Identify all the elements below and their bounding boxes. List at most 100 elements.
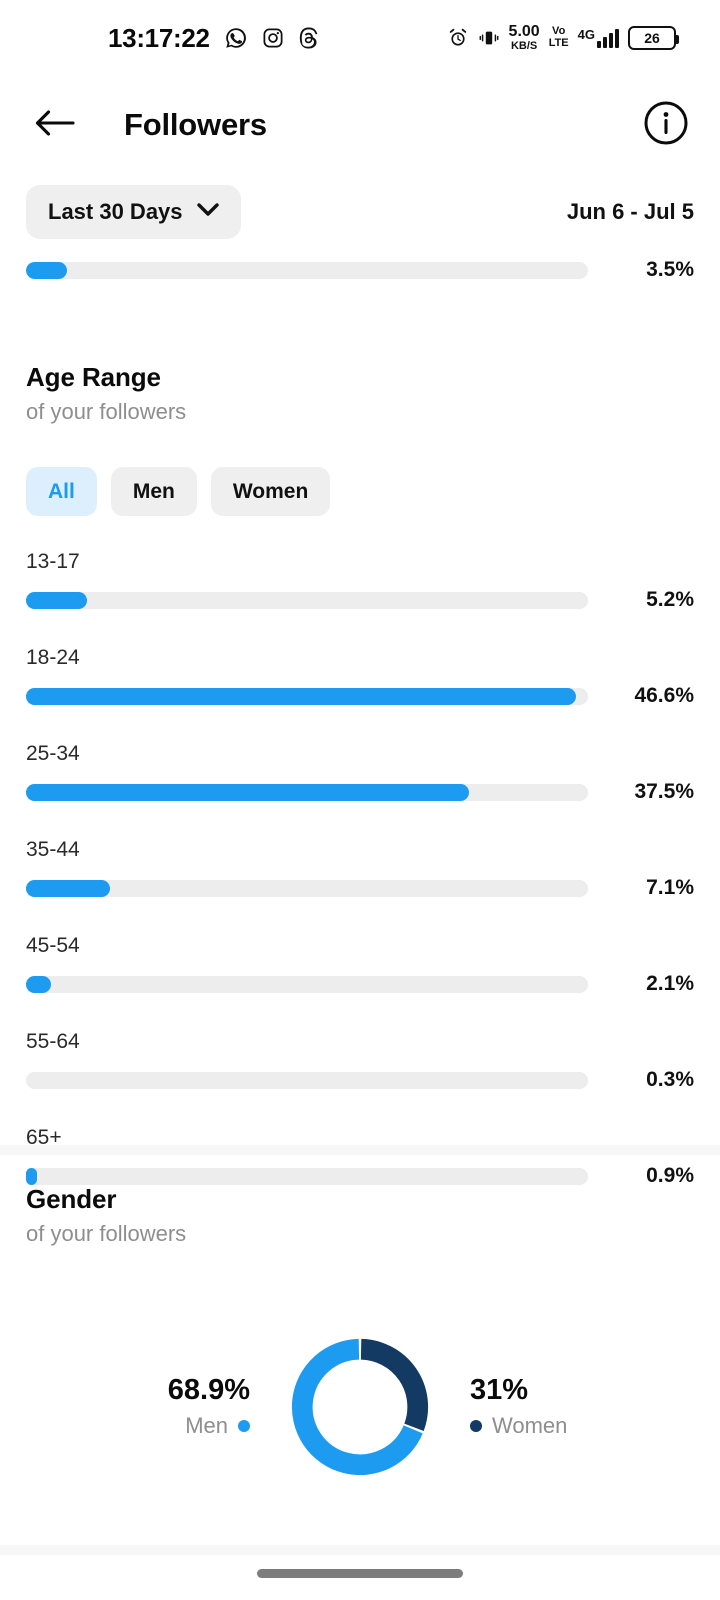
network-speed-unit: KB/S bbox=[510, 40, 538, 52]
age-bar-track bbox=[26, 879, 588, 897]
status-bar-right: 5.00 KB/S Vo LTE 4G 26 bbox=[447, 23, 679, 52]
info-button[interactable] bbox=[638, 97, 694, 153]
date-range-selector-label: Last 30 Days bbox=[48, 199, 183, 224]
date-range-text: Jun 6 - Jul 5 bbox=[566, 199, 694, 224]
age-bar-value: 7.1% bbox=[646, 876, 694, 899]
age-bar-line: 5.2% bbox=[26, 588, 694, 612]
age-range-section: Age Range of your followers All Men Women … bbox=[0, 362, 720, 1188]
age-bar-label: 55-64 bbox=[26, 1030, 80, 1053]
vibrate-icon bbox=[478, 27, 500, 49]
age-bar-value: 37.5% bbox=[634, 780, 694, 803]
age-bar-row: 25-34 37.5% bbox=[26, 742, 694, 804]
gender-section: Gender of your followers 68.9% Men 31% W… bbox=[0, 1184, 720, 1497]
age-bar-fill bbox=[26, 1167, 37, 1185]
age-range-subtitle: of your followers bbox=[26, 399, 187, 424]
gender-donut-chart: 68.9% Men 31% Women bbox=[26, 1317, 694, 1497]
age-bar-fill bbox=[26, 783, 469, 801]
clipped-bar-value: 3.5% bbox=[646, 258, 694, 281]
age-bar-track bbox=[26, 975, 588, 993]
age-bar-label: 18-24 bbox=[26, 646, 80, 669]
network-type-label: 4G bbox=[577, 27, 595, 42]
age-bar-track bbox=[26, 1071, 588, 1089]
legend-dot-women-icon bbox=[470, 1419, 482, 1432]
volte-icon: Vo LTE bbox=[549, 26, 569, 49]
age-bar-label: 35-44 bbox=[26, 838, 80, 861]
battery-level-label: 26 bbox=[644, 30, 660, 46]
age-bar-label: 45-54 bbox=[26, 934, 80, 957]
clipped-bar-track bbox=[26, 261, 588, 279]
age-tab-label: Women bbox=[232, 480, 309, 503]
age-bar-row: 45-54 2.1% bbox=[26, 934, 694, 996]
age-bar-track bbox=[26, 687, 588, 705]
age-bar-row: 65+ 0.9% bbox=[26, 1126, 694, 1188]
legend-dot-men-icon bbox=[238, 1419, 250, 1432]
status-bar: 13:17:22 5.00 KB/S Vo LTE 4G 26 bbox=[0, 0, 720, 76]
app-header: Followers bbox=[0, 82, 720, 168]
page-title: Followers bbox=[124, 107, 267, 142]
age-range-bar-list: 13-17 5.2% 18-24 46.6% 25-34 37.5% 35-44 7.1% 45… bbox=[26, 550, 694, 1188]
age-tab-women[interactable]: Women bbox=[210, 467, 331, 516]
age-bar-fill bbox=[26, 687, 576, 705]
age-bar-value: 46.6% bbox=[634, 684, 694, 707]
age-bar-row: 13-17 5.2% bbox=[26, 550, 694, 612]
instagram-icon bbox=[262, 27, 284, 49]
age-bar-value: 0.3% bbox=[646, 1068, 694, 1091]
chevron-down-icon bbox=[196, 202, 219, 222]
threads-icon bbox=[298, 27, 320, 49]
back-arrow-icon bbox=[33, 108, 75, 143]
network-speed-value: 5.00 bbox=[508, 23, 540, 40]
age-bar-fill bbox=[26, 975, 51, 993]
age-tab-label: All bbox=[48, 480, 75, 503]
gender-men-label-row: Men bbox=[185, 1413, 250, 1439]
donut-segment-women bbox=[360, 1338, 429, 1431]
section-divider-bottom bbox=[0, 1545, 720, 1555]
age-bar-row: 55-64 0.3% bbox=[26, 1030, 694, 1092]
gender-legend-women: 31% Women bbox=[434, 1374, 634, 1439]
age-bar-line: 46.6% bbox=[26, 684, 694, 708]
info-icon bbox=[643, 100, 689, 151]
age-bar-line: 0.3% bbox=[26, 1068, 694, 1092]
section-divider bbox=[0, 1145, 720, 1155]
gender-women-value: 31% bbox=[470, 1374, 529, 1407]
gender-men-label: Men bbox=[185, 1412, 228, 1438]
age-bar-label: 13-17 bbox=[26, 550, 80, 573]
battery-icon: 26 bbox=[628, 26, 679, 50]
signal-bars bbox=[597, 28, 619, 48]
gender-women-label-row: Women bbox=[470, 1413, 567, 1439]
age-bar-line: 37.5% bbox=[26, 780, 694, 804]
age-bar-label: 25-34 bbox=[26, 742, 80, 765]
age-range-gender-tabs: All Men Women bbox=[26, 467, 694, 516]
signal-strength-icon: 4G bbox=[578, 28, 619, 48]
donut-svg bbox=[291, 1338, 429, 1476]
clipped-bar-row: 3.5% bbox=[0, 252, 720, 288]
age-tab-men[interactable]: Men bbox=[110, 467, 197, 516]
age-bar-value: 5.2% bbox=[646, 588, 694, 611]
age-tab-all[interactable]: All bbox=[26, 467, 97, 516]
gender-women-label: Women bbox=[492, 1412, 568, 1438]
clipped-bar-fill bbox=[26, 261, 68, 279]
gender-legend-men: 68.9% Men bbox=[86, 1374, 286, 1439]
status-bar-clock: 13:17:22 bbox=[108, 22, 210, 53]
gender-men-value: 68.9% bbox=[167, 1374, 250, 1407]
age-bar-row: 18-24 46.6% bbox=[26, 646, 694, 708]
age-bar-row: 35-44 7.1% bbox=[26, 838, 694, 900]
status-bar-left: 13:17:22 bbox=[108, 23, 320, 54]
age-bar-line: 7.1% bbox=[26, 876, 694, 900]
alarm-icon bbox=[447, 27, 469, 49]
date-range-selector[interactable]: Last 30 Days bbox=[26, 185, 241, 239]
age-bar-track bbox=[26, 591, 588, 609]
age-bar-value: 2.1% bbox=[646, 972, 694, 995]
whatsapp-icon bbox=[224, 26, 248, 50]
age-bar-fill bbox=[26, 879, 110, 897]
age-bar-fill bbox=[26, 591, 88, 609]
age-bar-track bbox=[26, 1167, 588, 1185]
gender-subtitle: of your followers bbox=[26, 1221, 187, 1246]
back-button[interactable] bbox=[26, 97, 82, 153]
filter-row: Last 30 Days Jun 6 - Jul 5 bbox=[0, 182, 720, 242]
age-bar-line: 2.1% bbox=[26, 972, 694, 996]
gender-title: Gender bbox=[26, 1184, 117, 1214]
gesture-bar[interactable] bbox=[257, 1569, 463, 1578]
phone-screen: 13:17:22 5.00 KB/S Vo LTE 4G 26 Follower… bbox=[0, 0, 720, 1600]
age-tab-label: Men bbox=[132, 480, 175, 503]
volte-line-2: LTE bbox=[548, 37, 569, 49]
